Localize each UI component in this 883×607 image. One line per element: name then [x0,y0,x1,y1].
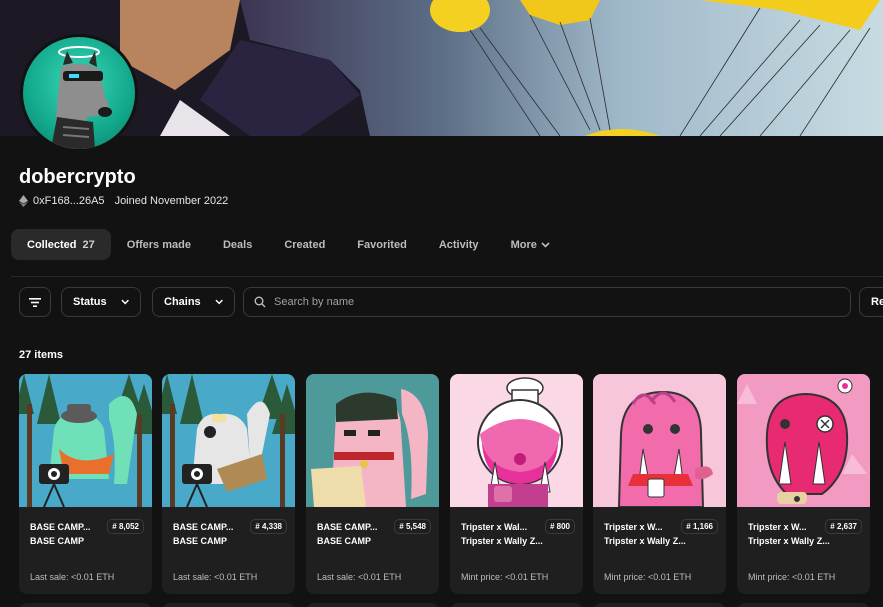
nft-image [593,374,726,507]
nft-card-partial[interactable] [306,603,439,607]
nft-collection[interactable]: Tripster x Wally Z... [461,536,543,546]
sort-dropdown[interactable]: Re [859,287,883,317]
tab-collected-label: Collected [27,238,77,251]
nft-number-badge: # 2,637 [825,519,862,534]
profile-tabs: Collected 27 Offers made Deals Created F… [11,229,566,260]
nft-name: Tripster x W... [604,521,663,532]
nft-card[interactable]: Tripster x Wal... # 800 Tripster x Wally… [450,374,583,594]
tab-more-label: More [510,238,537,251]
profile-username: dobercrypto [19,166,136,188]
nft-last-sale: Last sale: <0.01 ETH [317,572,402,582]
nft-image [737,374,870,507]
nft-image [450,374,583,507]
tab-deals-label: Deals [222,238,253,251]
nft-name: Tripster x Wal... [461,521,528,532]
tab-created-label: Created [284,238,326,251]
nft-image [306,374,439,507]
nft-last-sale: Last sale: <0.01 ETH [173,572,258,582]
nft-card-partial[interactable] [19,603,152,607]
sort-dropdown-label: Re [871,296,883,308]
nft-collection[interactable]: Tripster x Wally Z... [604,536,686,546]
chevron-down-icon [215,299,223,305]
nft-name: BASE CAMP... [30,521,91,532]
search-input[interactable] [274,296,814,308]
nft-image [162,374,295,507]
chevron-down-icon [121,299,129,305]
tab-offers-made-label: Offers made [126,238,191,251]
status-dropdown[interactable]: Status [61,287,141,317]
nft-number-badge: # 1,166 [681,519,718,534]
tab-deals[interactable]: Deals [207,229,268,260]
nft-card-partial[interactable] [593,603,726,607]
chains-dropdown[interactable]: Chains [152,287,235,317]
nft-number-badge: # 4,338 [250,519,287,534]
search-bar [243,287,851,317]
tab-collected-count: 27 [82,238,95,251]
profile-avatar[interactable] [20,34,138,152]
tab-created[interactable]: Created [268,229,341,260]
nft-card-partial[interactable] [737,603,870,607]
nft-card[interactable]: BASE CAMP... # 8,052 BASE CAMP Last sale… [19,374,152,594]
filter-icon [29,297,41,307]
nft-collection[interactable]: BASE CAMP [317,536,371,546]
nft-card[interactable]: BASE CAMP... # 4,338 BASE CAMP Last sale… [162,374,295,594]
nft-last-sale: Mint price: <0.01 ETH [604,572,692,582]
nft-collection[interactable]: Tripster x Wally Z... [748,536,830,546]
nft-number-badge: # 5,548 [394,519,431,534]
tab-collected[interactable]: Collected 27 [11,229,111,260]
nft-last-sale: Mint price: <0.01 ETH [461,572,549,582]
nft-card[interactable]: Tripster x W... # 2,637 Tripster x Wally… [737,374,870,594]
nft-last-sale: Mint price: <0.01 ETH [748,572,836,582]
tabs-divider [11,276,883,277]
filter-toggle-button[interactable] [19,287,51,317]
nft-card[interactable]: BASE CAMP... # 5,548 BASE CAMP Last sale… [306,374,439,594]
nft-collection[interactable]: BASE CAMP [30,536,84,546]
nft-last-sale: Last sale: <0.01 ETH [30,572,115,582]
tab-favorited-label: Favorited [357,238,407,251]
tab-activity-label: Activity [438,238,479,251]
profile-meta: 0xF168...26A5 Joined November 2022 [19,195,228,207]
wallet-address[interactable]: 0xF168...26A5 [19,195,105,207]
nft-card-partial[interactable] [162,603,295,607]
nft-collection[interactable]: BASE CAMP [173,536,227,546]
tab-favorited[interactable]: Favorited [341,229,423,260]
items-count: 27 items [19,349,64,361]
nft-number-badge: # 8,052 [107,519,144,534]
chains-dropdown-label: Chains [164,296,201,308]
ethereum-icon [19,195,28,207]
status-dropdown-label: Status [73,296,107,308]
nft-image [19,374,152,507]
tab-offers-made[interactable]: Offers made [111,229,207,260]
nft-card[interactable]: Tripster x W... # 1,166 Tripster x Wally… [593,374,726,594]
joined-date: Joined November 2022 [114,195,229,207]
nft-name: Tripster x W... [748,521,807,532]
nft-number-badge: # 800 [544,519,575,534]
nft-name: BASE CAMP... [173,521,234,532]
tab-more[interactable]: More [495,229,566,260]
tab-activity[interactable]: Activity [423,229,495,260]
nft-card-partial[interactable] [450,603,583,607]
search-icon [254,296,266,308]
chevron-down-icon [541,241,550,248]
nft-name: BASE CAMP... [317,521,378,532]
wallet-address-text: 0xF168...26A5 [33,195,105,207]
